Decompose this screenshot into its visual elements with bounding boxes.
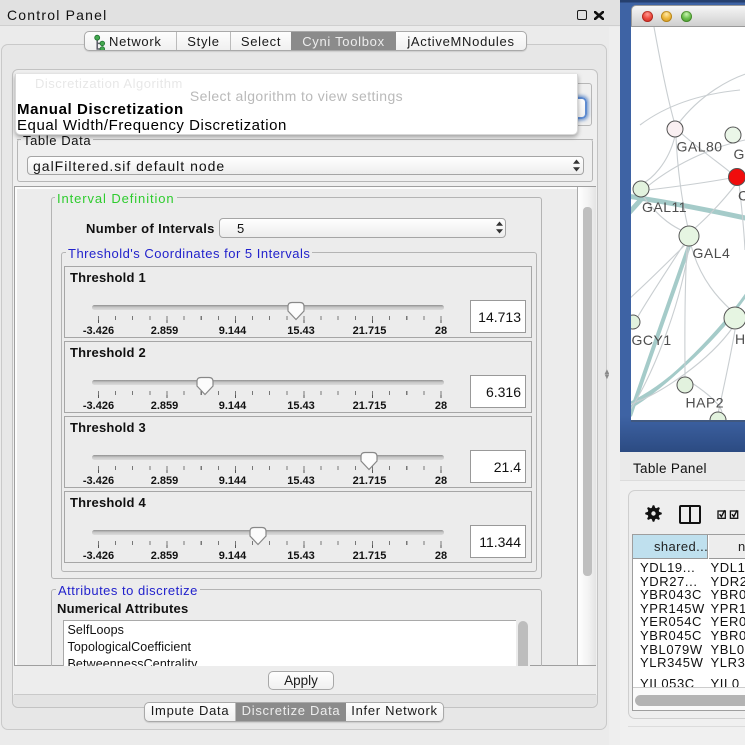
svg-text:HAP2: HAP2 (686, 395, 725, 411)
svg-text:GAL11: GAL11 (642, 199, 687, 215)
svg-text:GAL80: GAL80 (677, 139, 723, 155)
svg-text:GA: GA (734, 146, 745, 162)
svg-text:GAL4: GAL4 (693, 245, 731, 261)
svg-text:H: H (735, 331, 745, 347)
svg-text:C: C (738, 188, 745, 204)
svg-text:GCY1: GCY1 (632, 332, 672, 348)
